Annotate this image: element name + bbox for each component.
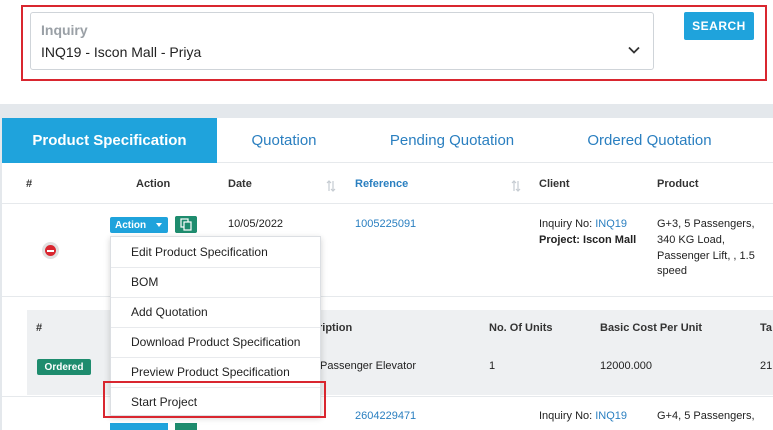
menu-item-add-quotation[interactable]: Add Quotation: [111, 297, 320, 327]
remove-icon[interactable]: [42, 242, 59, 259]
row-reference-link[interactable]: 2604229471: [355, 410, 416, 422]
menu-item-bom[interactable]: BOM: [111, 267, 320, 297]
row-product-line-3: Passenger Lift, , 1.5: [657, 250, 755, 262]
copy-icon[interactable]: [175, 216, 197, 233]
row-reference-link[interactable]: 1005225091: [355, 218, 416, 230]
header-num: #: [26, 178, 33, 190]
page: Inquiry INQ19 - Iscon Mall - Priya SEARC…: [0, 0, 773, 430]
header-product: Product: [657, 178, 699, 190]
sub-header-units: No. Of Units: [489, 322, 553, 334]
header-reference[interactable]: Reference: [355, 178, 408, 190]
sub-header-basic-cost: Basic Cost Per Unit: [600, 322, 703, 334]
sub-row-basic-cost: 12000.000: [600, 360, 652, 372]
sub-header-description: ription: [318, 322, 353, 334]
sub-row-ta: 21: [760, 360, 773, 372]
inquiry-prefix: Inquiry No:: [539, 218, 596, 230]
sub-header-ta: Ta: [760, 322, 773, 334]
section-divider: [0, 104, 773, 118]
row-product-line-2: 340 KG Load,: [657, 234, 725, 246]
highlight-box-inquiry: [21, 5, 767, 81]
header-client: Client: [539, 178, 570, 190]
row-client-inquiry: Inquiry No: INQ19: [539, 218, 627, 230]
tab-pending-quotation[interactable]: Pending Quotation: [351, 118, 553, 163]
inquiry-link[interactable]: INQ19: [595, 218, 627, 230]
status-badge: Ordered: [37, 359, 91, 375]
row-product-line-1: G+4, 5 Passengers,: [657, 410, 755, 422]
tab-ordered-quotation[interactable]: Ordered Quotation: [553, 118, 746, 163]
inquiry-link[interactable]: INQ19: [595, 410, 627, 422]
action-button[interactable]: [110, 423, 168, 430]
sub-row-description: Passenger Elevator: [320, 360, 416, 372]
sub-row-units: 1: [489, 360, 496, 372]
sort-icon[interactable]: [326, 180, 336, 192]
row-client-project: Project: Iscon Mall: [539, 234, 637, 246]
sub-header-num: #: [36, 322, 43, 334]
sort-icon[interactable]: [511, 180, 521, 192]
row-client-inquiry: Inquiry No: INQ19: [539, 410, 627, 422]
action-button[interactable]: Action: [110, 217, 168, 233]
menu-item-download-product-specification[interactable]: Download Product Specification: [111, 327, 320, 357]
row-product-line-1: G+3, 5 Passengers,: [657, 218, 755, 230]
tab-product-specification[interactable]: Product Specification: [2, 118, 217, 163]
header-date[interactable]: Date: [228, 178, 252, 190]
tab-bar: Product Specification Quotation Pending …: [2, 118, 773, 163]
highlight-box-start-project: [103, 381, 326, 418]
menu-item-edit-product-specification[interactable]: Edit Product Specification: [111, 237, 320, 267]
row-divider: [2, 203, 773, 204]
tab-quotation[interactable]: Quotation: [217, 118, 351, 163]
action-button-label: Action: [115, 219, 147, 231]
inquiry-prefix: Inquiry No:: [539, 410, 596, 422]
header-action: Action: [136, 178, 171, 190]
row-product-line-4: speed: [657, 265, 687, 277]
caret-down-icon: [156, 223, 162, 227]
row-date: 10/05/2022: [228, 218, 284, 230]
copy-icon[interactable]: [175, 423, 197, 430]
